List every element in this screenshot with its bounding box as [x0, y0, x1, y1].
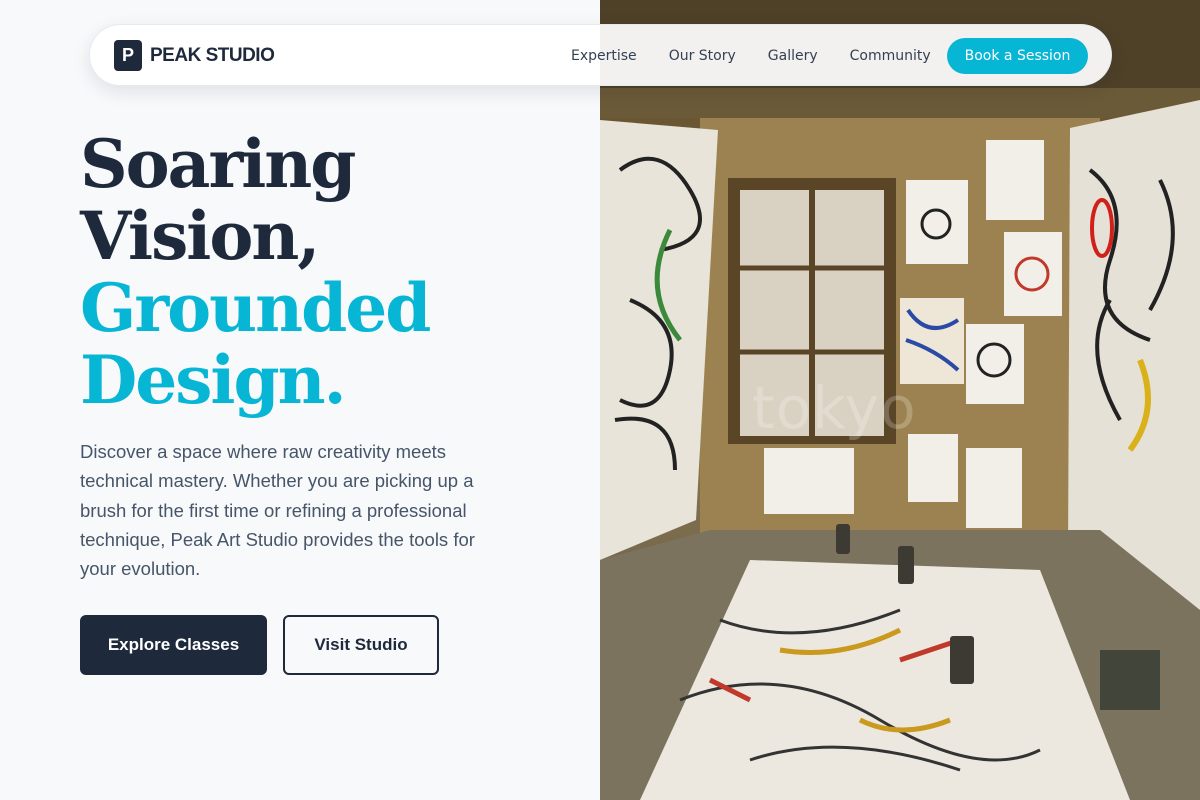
- nav-link-community[interactable]: Community: [850, 48, 931, 64]
- image-watermark: tokyo: [752, 374, 917, 442]
- book-session-button[interactable]: Book a Session: [947, 38, 1088, 74]
- nav-links: Expertise Our Story Gallery Community: [571, 25, 963, 87]
- hero-intro-text: Discover a space where raw creativity me…: [80, 441, 475, 580]
- hero-image: tokyo: [600, 0, 1200, 800]
- nav-link-expertise[interactable]: Expertise: [571, 48, 637, 64]
- nav-link-our-story[interactable]: Our Story: [669, 48, 736, 64]
- nav-link-gallery[interactable]: Gallery: [768, 48, 818, 64]
- headline-line-1: Soaring: [80, 125, 356, 203]
- navbar: P PEAK STUDIO Expertise Our Story Galler…: [89, 24, 1112, 86]
- headline-line-2: Vision,: [80, 197, 320, 275]
- hero-headline: Soaring Vision, Grounded Design.: [80, 128, 580, 416]
- brand-logo[interactable]: P PEAK STUDIO: [114, 40, 275, 71]
- brand-name: PEAK STUDIO: [150, 44, 275, 66]
- headline-line-3: Grounded: [80, 269, 431, 347]
- headline-line-4: Design.: [80, 341, 347, 419]
- brand-mark-icon: P: [114, 40, 142, 71]
- explore-classes-button[interactable]: Explore Classes: [80, 615, 267, 675]
- visit-studio-button[interactable]: Visit Studio: [283, 615, 439, 675]
